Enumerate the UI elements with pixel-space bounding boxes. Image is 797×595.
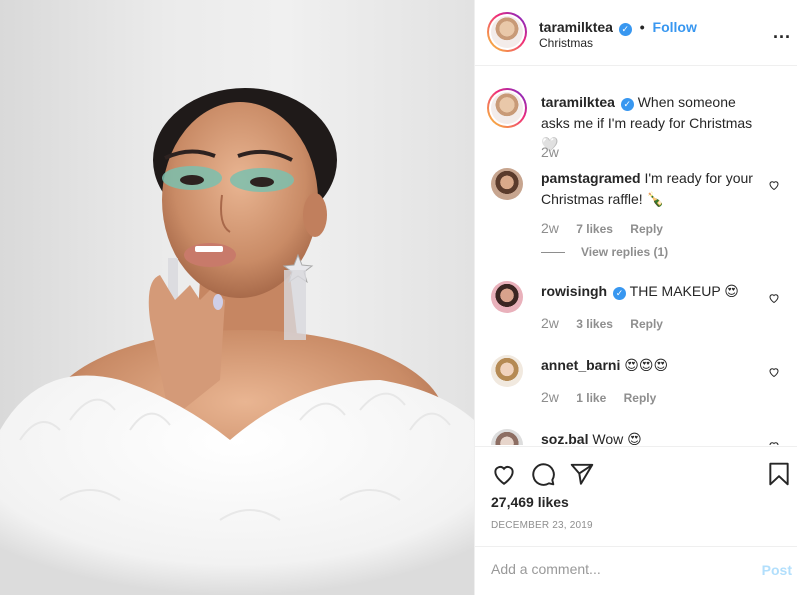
comment-time[interactable]: 2w xyxy=(541,220,559,236)
post-side-panel: taramilktea ✓ • Follow Christmas ... tar… xyxy=(474,0,797,595)
author-avatar[interactable] xyxy=(487,12,527,52)
comment-like-heart-icon[interactable] xyxy=(768,179,780,191)
follow-button[interactable]: Follow xyxy=(653,19,697,35)
comment-username[interactable]: rowisingh xyxy=(541,283,607,299)
commenter-avatar[interactable] xyxy=(491,281,523,313)
comment-like-heart-icon[interactable] xyxy=(768,366,780,378)
bookmark-icon[interactable] xyxy=(766,461,792,487)
comment-text: 😍😍😍 xyxy=(624,357,669,373)
post-photo[interactable] xyxy=(0,0,474,595)
heart-icon[interactable] xyxy=(491,461,517,487)
comments-list[interactable]: taramilktea ✓ When someone asks me if I'… xyxy=(475,67,797,445)
comment-reply-button[interactable]: Reply xyxy=(624,391,657,405)
woman-in-feathers-photo xyxy=(0,88,474,595)
more-options-icon[interactable]: ... xyxy=(773,22,791,43)
comment-like-heart-icon[interactable] xyxy=(768,292,780,304)
caption-username[interactable]: taramilktea xyxy=(541,94,615,110)
separator-dot: • xyxy=(639,19,645,35)
commenter-avatar[interactable] xyxy=(491,429,523,445)
post-actions: 27,469 likes DECEMBER 23, 2019 xyxy=(475,446,797,546)
comment-like-heart-icon[interactable] xyxy=(768,440,780,445)
post-date: DECEMBER 23, 2019 xyxy=(491,520,593,531)
verified-badge-icon: ✓ xyxy=(620,98,634,111)
share-icon[interactable] xyxy=(569,461,595,487)
comment-username[interactable]: annet_barni xyxy=(541,357,620,373)
view-replies-button[interactable]: View replies (1) xyxy=(541,245,668,259)
comment-username[interactable]: pamstagramed xyxy=(541,170,641,186)
comment-likes[interactable]: 7 likes xyxy=(576,222,613,236)
comment-time[interactable]: 2w xyxy=(541,389,559,405)
verified-badge-icon: ✓ xyxy=(618,23,632,36)
caption-time[interactable]: 2w xyxy=(541,144,559,160)
comment-composer: Post xyxy=(475,546,797,595)
post-location[interactable]: Christmas xyxy=(539,36,593,50)
comment-time[interactable]: 2w xyxy=(541,315,559,331)
commenter-avatar[interactable] xyxy=(491,168,523,200)
view-replies-label: View replies (1) xyxy=(581,245,669,259)
comment-text: THE MAKEUP 😍 xyxy=(629,283,739,299)
like-count[interactable]: 27,469 likes xyxy=(491,494,569,510)
post-header: taramilktea ✓ • Follow Christmas ... xyxy=(475,0,797,66)
comment-likes[interactable]: 1 like xyxy=(576,391,606,405)
author-line: taramilktea ✓ • Follow xyxy=(539,19,697,36)
comment-text: Wow 😍 xyxy=(592,431,642,445)
comment-reply-button[interactable]: Reply xyxy=(630,317,663,331)
verified-badge-icon: ✓ xyxy=(613,287,627,300)
replies-divider xyxy=(541,252,565,254)
comment-likes[interactable]: 3 likes xyxy=(576,317,613,331)
add-comment-input[interactable] xyxy=(491,561,741,577)
comment-username[interactable]: soz.bal xyxy=(541,431,588,445)
caption-avatar[interactable] xyxy=(487,88,527,128)
comment-reply-button[interactable]: Reply xyxy=(630,222,663,236)
author-username[interactable]: taramilktea xyxy=(539,19,613,35)
commenter-avatar[interactable] xyxy=(491,355,523,387)
comment-icon[interactable] xyxy=(530,461,556,487)
post-comment-button[interactable]: Post xyxy=(762,562,792,578)
